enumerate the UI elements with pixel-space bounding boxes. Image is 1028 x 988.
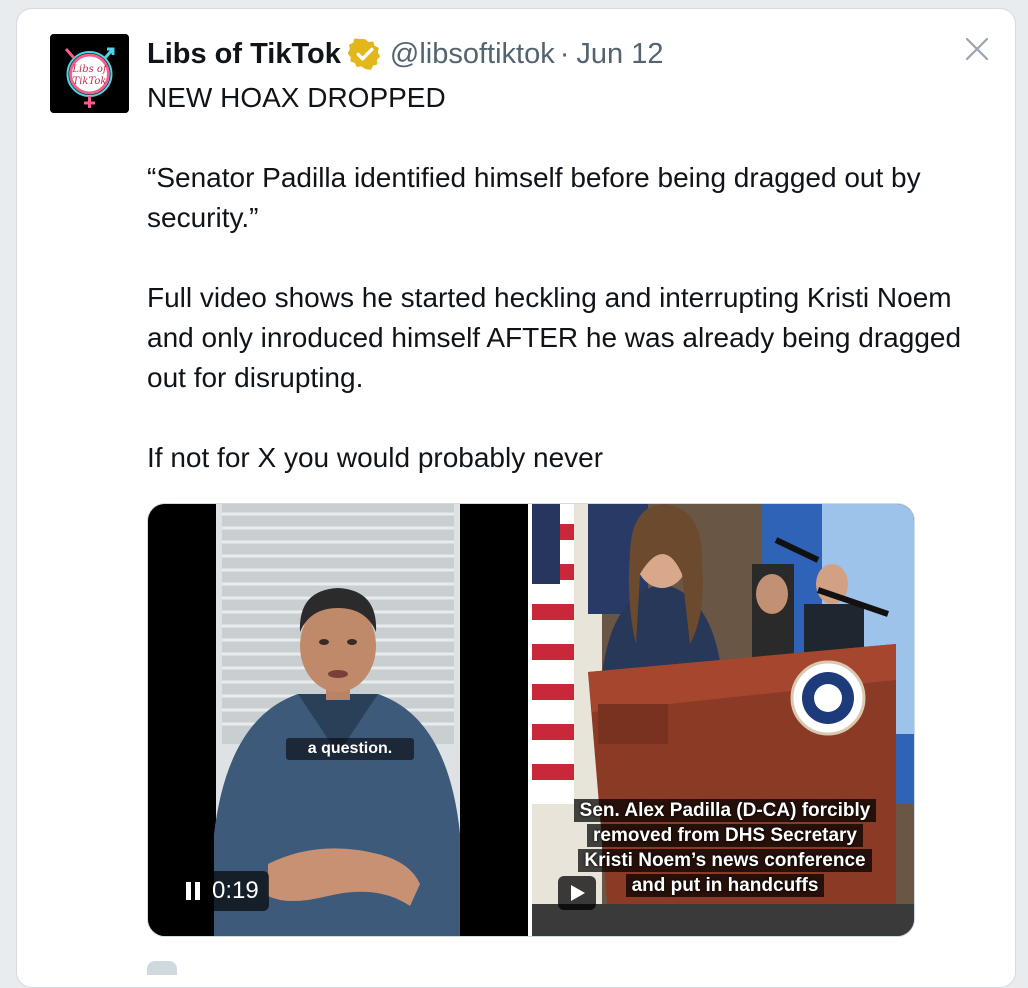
logo-text-line-1: Libs of xyxy=(71,64,109,75)
tweet-date[interactable]: Jun 12 xyxy=(576,38,663,71)
action-bar-edge xyxy=(147,961,177,975)
tweet-paragraph: “Senator Padilla identified himself befo… xyxy=(147,162,921,233)
caption-line: Sen. Alex Padilla (D-CA) forcibly xyxy=(573,799,877,822)
libs-of-tiktok-logo-icon: Libs of TikTok xyxy=(50,34,129,113)
caption-line: Kristi Noem’s news conference xyxy=(578,849,872,872)
video-left-caption: a question. xyxy=(286,738,414,760)
tweet-paragraph: If not for X you would probably never xyxy=(147,442,604,473)
pause-button[interactable]: 0:19 xyxy=(174,871,269,911)
tweet-paragraph: Full video shows he started heckling and… xyxy=(147,282,962,393)
play-icon xyxy=(571,885,585,901)
author-display-name[interactable]: Libs of TikTok xyxy=(147,38,341,71)
pause-icon xyxy=(184,881,202,901)
tweet-paragraph: NEW HOAX DROPPED xyxy=(147,82,446,113)
video-left[interactable]: a question. 0:19 xyxy=(148,504,528,936)
verified-badge-icon[interactable] xyxy=(347,37,382,71)
play-button[interactable] xyxy=(558,876,596,910)
tweet-header: Libs of TikTok @libsoftiktok · Jun 12 xyxy=(147,35,663,73)
tweet-body: NEW HOAX DROPPED “Senator Padilla identi… xyxy=(147,78,967,478)
close-icon[interactable] xyxy=(963,35,991,63)
caption-line: and put in handcuffs xyxy=(625,874,825,897)
author-handle[interactable]: @libsoftiktok xyxy=(390,38,555,71)
header-separator: · xyxy=(559,37,570,70)
media-grid: a question. 0:19 Sen. Alex Padilla (D-CA… xyxy=(147,503,915,937)
video-right[interactable]: Sen. Alex Padilla (D-CA) forcibly remove… xyxy=(532,504,914,936)
avatar[interactable]: Libs of TikTok xyxy=(50,34,129,113)
logo-text-line-2: TikTok xyxy=(73,76,107,87)
video-right-caption: Sen. Alex Padilla (D-CA) forcibly remove… xyxy=(558,798,892,898)
tweet-card[interactable]: Libs of TikTok Libs of TikTok @libsoftik… xyxy=(16,8,1016,988)
video-timestamp: 0:19 xyxy=(212,877,259,904)
caption-line: removed from DHS Secretary xyxy=(587,824,863,847)
